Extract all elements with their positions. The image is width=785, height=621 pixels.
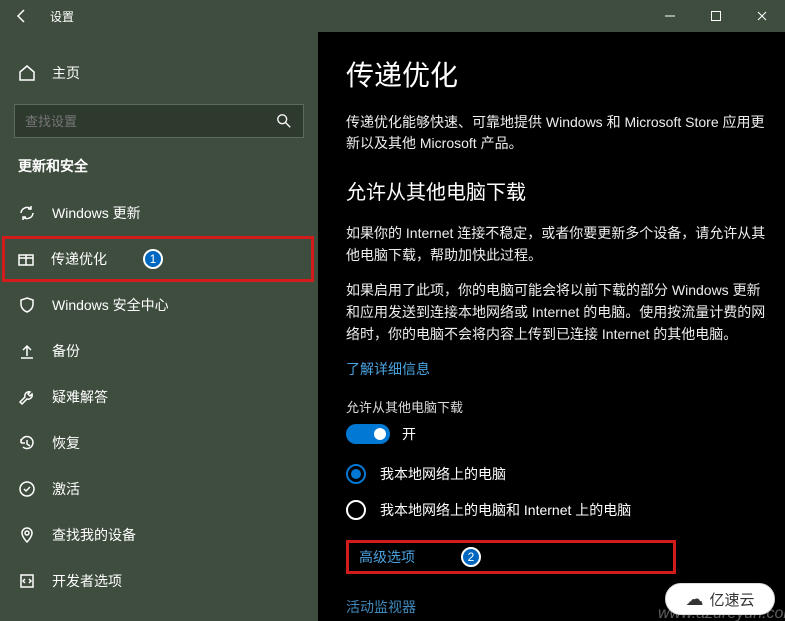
sidebar-item-troubleshoot[interactable]: 疑难解答: [0, 374, 318, 420]
allow-download-toggle[interactable]: [346, 424, 390, 444]
annotation-badge-1: 1: [143, 249, 163, 269]
sidebar-item-label: Windows 安全中心: [52, 295, 169, 315]
minimize-button[interactable]: [647, 0, 693, 32]
paragraph-2: 如果启用了此项，你的电脑可能会将以前下载的部分 Windows 更新和应用发送到…: [346, 280, 767, 345]
check-circle-icon: [18, 480, 36, 498]
sidebar-item-find-device[interactable]: 查找我的设备: [0, 512, 318, 558]
sidebar-item-developers[interactable]: 开发者选项: [0, 558, 318, 604]
sidebar: 主页 更新和安全 Windows 更新 传递优化 1 Windows 安全中心 …: [0, 32, 318, 621]
annotation-badge-2: 2: [461, 547, 481, 567]
window-title: 设置: [50, 8, 74, 25]
sidebar-item-label: 备份: [52, 341, 80, 361]
sync-icon: [18, 204, 36, 222]
home-button[interactable]: 主页: [0, 50, 318, 96]
history-icon: [18, 434, 36, 452]
shield-icon: [18, 296, 36, 314]
search-icon: [275, 112, 293, 130]
brand-text: 亿速云: [709, 589, 754, 610]
cloud-icon: ☁: [685, 589, 703, 610]
developer-icon: [18, 572, 36, 590]
back-button[interactable]: [0, 0, 44, 32]
search-input[interactable]: [25, 114, 275, 129]
radio-local[interactable]: [346, 464, 366, 484]
home-icon: [18, 64, 36, 82]
sidebar-item-backup[interactable]: 备份: [0, 328, 318, 374]
radio-option-internet[interactable]: 我本地网络上的电脑和 Internet 上的电脑: [346, 500, 767, 520]
sidebar-item-label: 开发者选项: [52, 571, 122, 591]
sidebar-item-label: 激活: [52, 479, 80, 499]
sidebar-item-security[interactable]: Windows 安全中心: [0, 282, 318, 328]
toggle-label: 允许从其他电脑下载: [346, 397, 767, 416]
sidebar-item-activation[interactable]: 激活: [0, 466, 318, 512]
sidebar-item-label: Windows 更新: [52, 203, 141, 223]
activity-monitor-link[interactable]: 活动监视器: [346, 597, 416, 617]
radio-label: 我本地网络上的电脑: [380, 464, 506, 484]
sidebar-item-recovery[interactable]: 恢复: [0, 420, 318, 466]
radio-internet[interactable]: [346, 500, 366, 520]
package-icon: [17, 250, 35, 268]
upload-icon: [18, 342, 36, 360]
toggle-state: 开: [402, 424, 416, 444]
intro-text: 传递优化能够快速、可靠地提供 Windows 和 Microsoft Store…: [346, 112, 767, 154]
sidebar-item-label: 疑难解答: [52, 387, 108, 407]
brand-logo: ☁ 亿速云: [665, 583, 775, 615]
sidebar-item-label: 传递优化: [51, 249, 107, 269]
paragraph-1: 如果你的 Internet 连接不稳定，或者你要更新多个设备，请允许从其他电脑下…: [346, 223, 767, 266]
content-pane: 传递优化 传递优化能够快速、可靠地提供 Windows 和 Microsoft …: [318, 32, 785, 621]
sub-heading: 允许从其他电脑下载: [346, 176, 767, 205]
sidebar-item-delivery-optimization[interactable]: 传递优化 1: [2, 236, 314, 282]
maximize-button[interactable]: [693, 0, 739, 32]
section-title: 更新和安全: [0, 156, 318, 176]
page-heading: 传递优化: [346, 54, 767, 94]
sidebar-item-windows-update[interactable]: Windows 更新: [0, 190, 318, 236]
sidebar-item-label: 恢复: [52, 433, 80, 453]
location-icon: [18, 526, 36, 544]
radio-option-local[interactable]: 我本地网络上的电脑: [346, 464, 767, 484]
close-button[interactable]: [739, 0, 785, 32]
home-label: 主页: [52, 63, 80, 83]
radio-label: 我本地网络上的电脑和 Internet 上的电脑: [380, 500, 631, 520]
sidebar-item-label: 查找我的设备: [52, 525, 136, 545]
advanced-options-link[interactable]: 高级选项: [359, 547, 415, 567]
learn-more-link[interactable]: 了解详细信息: [346, 359, 430, 379]
search-input-wrap[interactable]: [14, 104, 304, 138]
advanced-options-box[interactable]: 高级选项 2: [346, 540, 676, 574]
wrench-icon: [18, 388, 36, 406]
